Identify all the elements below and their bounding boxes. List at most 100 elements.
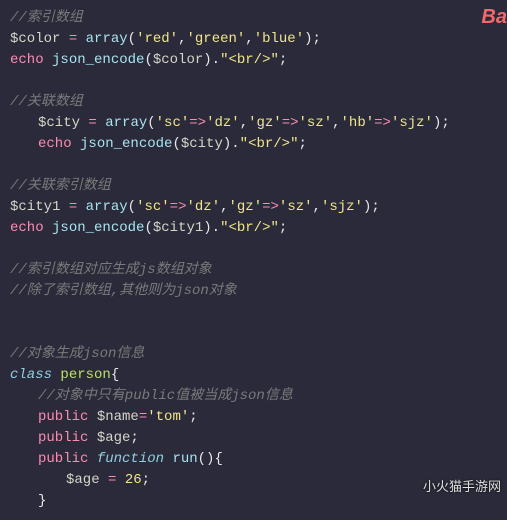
code-line: public $age; [10, 428, 497, 449]
punct: ); [304, 31, 321, 47]
variable: $city [38, 115, 80, 131]
comment: //索引数组对应生成js数组对象 [10, 262, 212, 278]
string: 'gz' [248, 115, 282, 131]
operator: = [80, 115, 105, 131]
keyword: function [97, 451, 173, 467]
comment: //关联索引数组 [10, 178, 111, 194]
punct: ). [223, 136, 240, 152]
blank-line [10, 302, 497, 323]
function: array [86, 31, 128, 47]
number: 26 [125, 472, 142, 488]
operator: => [189, 115, 206, 131]
comment: //除了索引数组,其他则为json对象 [10, 283, 237, 299]
keyword: class [10, 367, 60, 383]
keyword: echo [10, 220, 52, 236]
punct: , [245, 31, 253, 47]
code-line: //对象生成json信息 [10, 344, 497, 365]
string: 'gz' [229, 199, 263, 215]
banner-text: Ba [481, 2, 507, 32]
function: run [172, 451, 197, 467]
operator: => [170, 199, 187, 215]
variable: $color [10, 31, 60, 47]
punct: ; [130, 430, 138, 446]
function: array [86, 199, 128, 215]
code-line: //关联索引数组 [10, 176, 497, 197]
punct: ( [144, 52, 152, 68]
operator: => [282, 115, 299, 131]
string: 'sz' [279, 199, 313, 215]
string: 'sc' [136, 199, 170, 215]
blank-line [10, 71, 497, 92]
variable: $city [181, 136, 223, 152]
code-block: //索引数组 $color = array('red','green','blu… [0, 0, 507, 520]
watermark-text: 小火猫手游网 [423, 477, 501, 497]
punct: } [38, 493, 46, 509]
code-line: //关联数组 [10, 92, 497, 113]
keyword: public [38, 430, 97, 446]
string: 'tom' [147, 409, 189, 425]
punct: , [220, 199, 228, 215]
code-line: $color = array('red','green','blue'); [10, 29, 497, 50]
punct: ; [279, 52, 287, 68]
code-line: public function run(){ [10, 449, 497, 470]
keyword: echo [10, 52, 52, 68]
string: 'green' [186, 31, 245, 47]
code-line: //索引数组 [10, 8, 497, 29]
comment: //对象生成json信息 [10, 346, 144, 362]
operator: => [262, 199, 279, 215]
punct: ( [172, 136, 180, 152]
punct: , [332, 115, 340, 131]
code-line: //索引数组对应生成js数组对象 [10, 260, 497, 281]
punct: ; [142, 472, 150, 488]
code-line: echo json_encode($city1)."<br/>"; [10, 218, 497, 239]
string: 'sz' [299, 115, 333, 131]
function: array [105, 115, 147, 131]
comment: //索引数组 [10, 10, 83, 26]
keyword: public [38, 409, 97, 425]
punct: ; [279, 220, 287, 236]
variable: $name [97, 409, 139, 425]
punct: ( [147, 115, 155, 131]
function: json_encode [52, 220, 144, 236]
punct: , [313, 199, 321, 215]
comment: //对象中只有public值被当成json信息 [38, 388, 293, 404]
variable: $city1 [10, 199, 60, 215]
code-line: $city = array('sc'=>'dz','gz'=>'sz','hb'… [10, 113, 497, 134]
keyword: public [38, 451, 97, 467]
string: "<br/>" [220, 52, 279, 68]
string: 'dz' [206, 115, 240, 131]
string: 'sc' [156, 115, 190, 131]
variable: $age [97, 430, 131, 446]
class-name: person [60, 367, 110, 383]
string: "<br/>" [220, 220, 279, 236]
keyword: echo [38, 136, 80, 152]
code-line: //对象中只有public值被当成json信息 [10, 386, 497, 407]
operator: = [100, 472, 125, 488]
operator: => [374, 115, 391, 131]
string: 'sjz' [391, 115, 433, 131]
variable: $city1 [153, 220, 203, 236]
string: "<br/>" [240, 136, 299, 152]
string: 'dz' [186, 199, 220, 215]
operator: = [60, 199, 85, 215]
blank-line [10, 239, 497, 260]
operator: = [60, 31, 85, 47]
blank-line [10, 323, 497, 344]
punct: ; [298, 136, 306, 152]
string: 'hb' [341, 115, 375, 131]
punct: ); [433, 115, 450, 131]
punct: { [111, 367, 119, 383]
string: 'red' [136, 31, 178, 47]
code-line: $city1 = array('sc'=>'dz','gz'=>'sz','sj… [10, 197, 497, 218]
punct: ). [203, 52, 220, 68]
code-line: echo json_encode($color)."<br/>"; [10, 50, 497, 71]
punct: (){ [198, 451, 223, 467]
punct: ; [189, 409, 197, 425]
punct: ( [128, 199, 136, 215]
punct: ( [144, 220, 152, 236]
punct: ). [203, 220, 220, 236]
punct: ); [363, 199, 380, 215]
variable: $age [66, 472, 100, 488]
code-line: public $name='tom'; [10, 407, 497, 428]
string: 'blue' [254, 31, 304, 47]
